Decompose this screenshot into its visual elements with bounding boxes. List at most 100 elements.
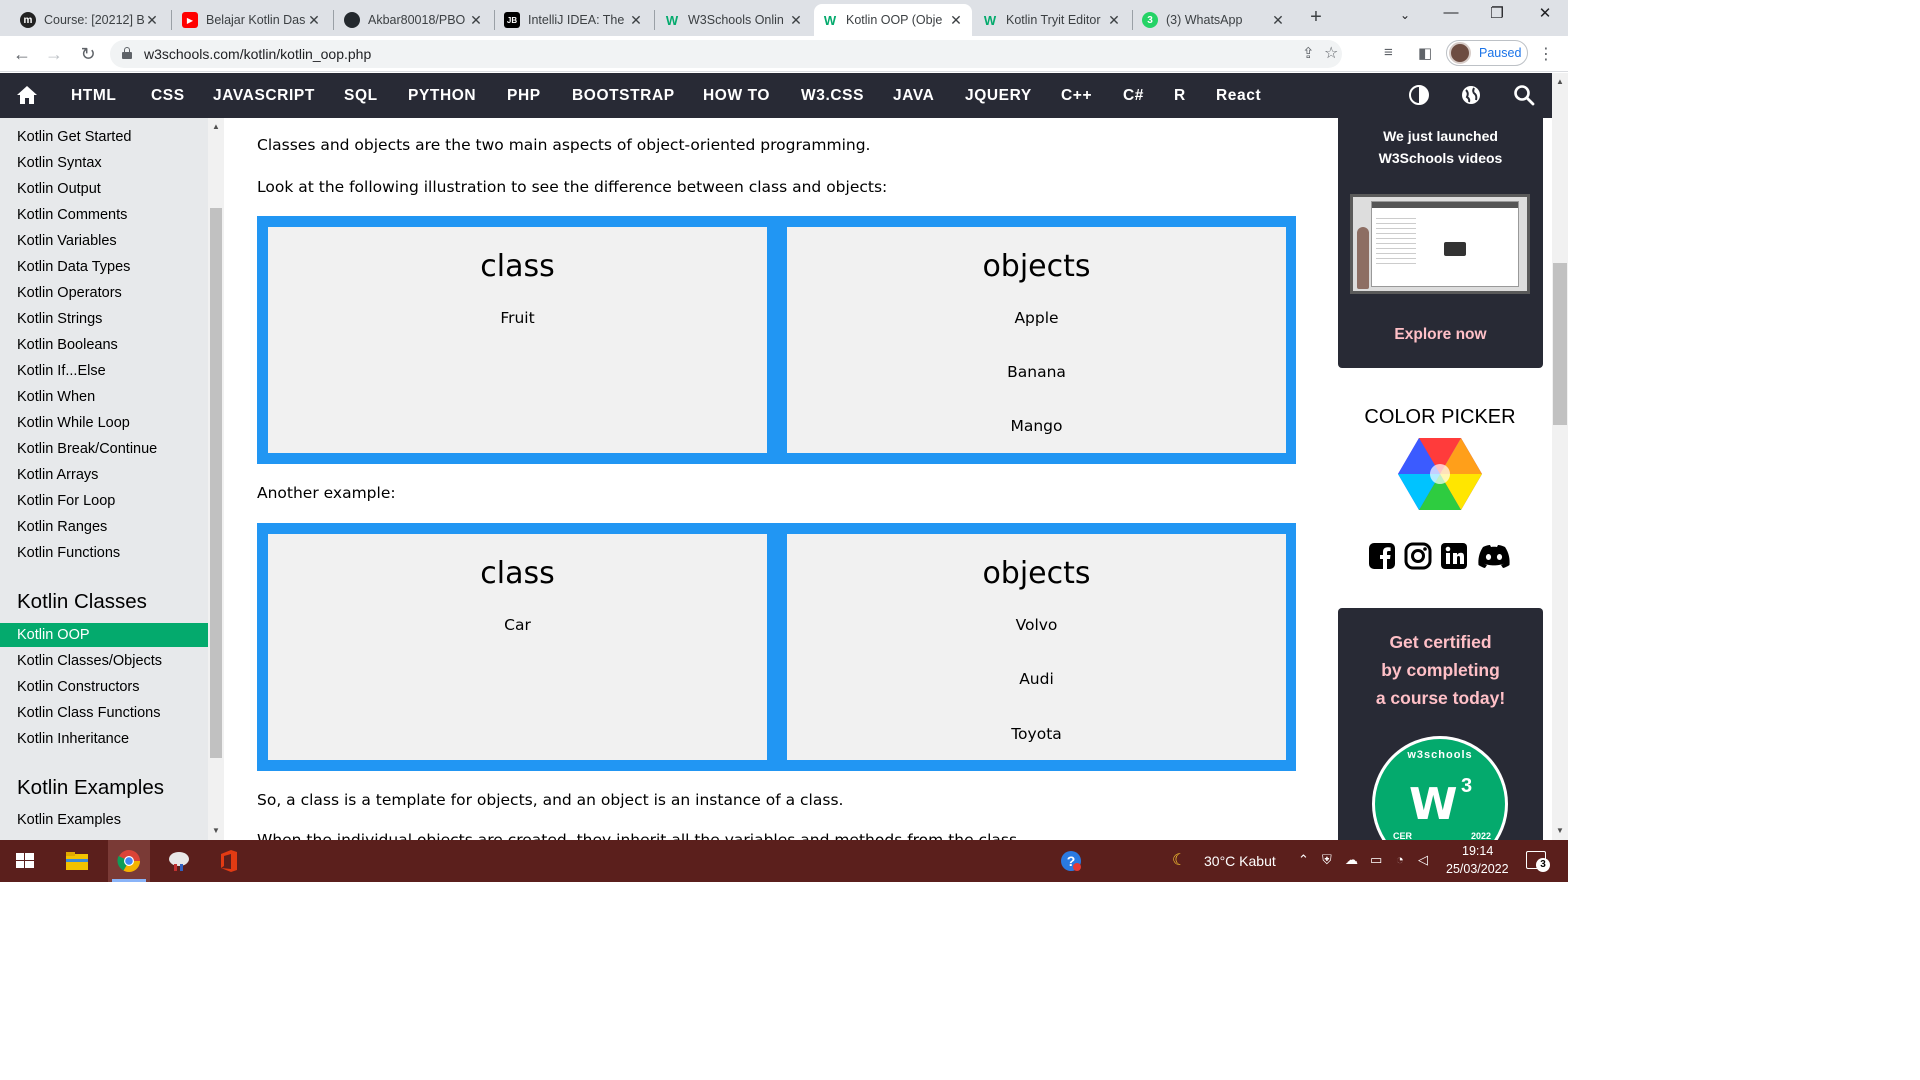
sidebar-item-comments[interactable]: Kotlin Comments <box>0 203 208 227</box>
tab-w3schools[interactable]: W W3Schools Onlin ✕ <box>656 4 812 36</box>
nav-react[interactable]: React <box>1216 87 1261 105</box>
side-panel-icon[interactable]: ◧ <box>1418 44 1432 62</box>
tab-intellij[interactable]: JB IntelliJ IDEA: The ✕ <box>496 4 652 36</box>
forward-icon[interactable]: → <box>42 42 66 66</box>
tab-close-icon[interactable]: ✕ <box>948 12 964 29</box>
sidebar-item-for-loop[interactable]: Kotlin For Loop <box>0 489 208 513</box>
nav-csharp[interactable]: C# <box>1123 87 1144 105</box>
tab-search-icon[interactable]: ⌄ <box>1390 8 1420 22</box>
sidebar-item-constructors[interactable]: Kotlin Constructors <box>0 675 208 699</box>
sidebar-item-while-loop[interactable]: Kotlin While Loop <box>0 411 208 435</box>
search-icon[interactable] <box>1513 84 1535 106</box>
tab-course[interactable]: m Course: [20212] B ✕ <box>12 4 168 36</box>
sidebar-item-strings[interactable]: Kotlin Strings <box>0 307 208 331</box>
color-picker-icon[interactable] <box>1398 436 1482 512</box>
battery-icon[interactable]: ▭ <box>1370 852 1382 868</box>
minimize-icon[interactable]: — <box>1436 4 1466 21</box>
tab-close-icon[interactable]: ✕ <box>1106 12 1122 29</box>
bookmark-star-icon[interactable]: ☆ <box>1324 43 1338 63</box>
scroll-down-icon[interactable]: ▼ <box>1556 826 1564 835</box>
sidebar-item-operators[interactable]: Kotlin Operators <box>0 281 208 305</box>
nav-html[interactable]: HTML <box>71 87 116 105</box>
dark-mode-icon[interactable] <box>1408 84 1430 106</box>
window-close-icon[interactable]: ✕ <box>1530 4 1560 22</box>
clock-date[interactable]: 25/03/2022 <box>1446 862 1509 876</box>
app-icon[interactable] <box>164 846 194 876</box>
chrome-icon[interactable] <box>114 846 144 876</box>
linkedin-icon[interactable] <box>1440 542 1468 570</box>
video-thumbnail[interactable] <box>1350 194 1530 294</box>
sidebar-item-oop[interactable]: Kotlin OOP <box>0 623 208 647</box>
tab-close-icon[interactable]: ✕ <box>628 12 644 29</box>
sidebar-item-ranges[interactable]: Kotlin Ranges <box>0 515 208 539</box>
sidebar-item-class-functions[interactable]: Kotlin Class Functions <box>0 701 208 725</box>
tab-close-icon[interactable]: ✕ <box>1270 12 1286 29</box>
nav-php[interactable]: PHP <box>507 87 541 105</box>
sidebar-item-get-started[interactable]: Kotlin Get Started <box>0 125 208 149</box>
nav-java[interactable]: JAVA <box>893 87 934 105</box>
help-icon[interactable]: ? <box>1060 850 1082 872</box>
nav-sql[interactable]: SQL <box>344 87 378 105</box>
nav-css[interactable]: CSS <box>151 87 185 105</box>
sidebar-scrollbar[interactable]: ▲ ▼ <box>208 118 224 840</box>
sidebar-item-break-continue[interactable]: Kotlin Break/Continue <box>0 437 208 461</box>
instagram-icon[interactable] <box>1404 542 1432 570</box>
page-scrollbar[interactable]: ▲ ▼ <box>1552 73 1568 840</box>
new-tab-button[interactable]: + <box>1304 6 1328 30</box>
globe-icon[interactable] <box>1460 84 1482 106</box>
home-icon[interactable] <box>16 85 38 105</box>
tab-close-icon[interactable]: ✕ <box>788 12 804 29</box>
weather-text[interactable]: 30°C Kabut <box>1204 853 1276 869</box>
nav-javascript[interactable]: JAVASCRIPT <box>213 87 315 105</box>
wifi-icon[interactable]: ◔ <box>1396 852 1404 867</box>
sidebar-item-if-else[interactable]: Kotlin If...Else <box>0 359 208 383</box>
nav-w3css[interactable]: W3.CSS <box>801 87 864 105</box>
tab-close-icon[interactable]: ✕ <box>468 12 484 29</box>
nav-bootstrap[interactable]: BOOTSTRAP <box>572 87 675 105</box>
volume-icon[interactable]: ◁ <box>1418 852 1428 868</box>
certification-promo-card[interactable]: Get certified by completing a course tod… <box>1338 608 1543 840</box>
onedrive-icon[interactable]: ☁ <box>1345 852 1358 868</box>
tab-close-icon[interactable]: ✕ <box>144 12 160 29</box>
scroll-down-icon[interactable]: ▼ <box>212 826 220 835</box>
security-icon[interactable]: ⛨ <box>1322 852 1332 868</box>
nav-r[interactable]: R <box>1174 87 1186 105</box>
discord-icon[interactable] <box>1476 542 1512 570</box>
reading-list-icon[interactable]: ≡ <box>1384 44 1393 61</box>
office-icon[interactable] <box>214 846 244 876</box>
tab-tryit[interactable]: W Kotlin Tryit Editor ✕ <box>974 4 1130 36</box>
menu-icon[interactable]: ⋮ <box>1538 44 1554 64</box>
profile-button[interactable]: Paused <box>1446 40 1528 66</box>
back-icon[interactable]: ← <box>10 42 34 66</box>
sidebar-item-arrays[interactable]: Kotlin Arrays <box>0 463 208 487</box>
color-picker-heading[interactable]: COLOR PICKER <box>1328 406 1552 429</box>
sidebar-item-syntax[interactable]: Kotlin Syntax <box>0 151 208 175</box>
sidebar-item-booleans[interactable]: Kotlin Booleans <box>0 333 208 357</box>
page-scroll-thumb[interactable] <box>1553 263 1567 425</box>
sidebar-item-examples[interactable]: Kotlin Examples <box>0 808 208 832</box>
scroll-up-icon[interactable]: ▲ <box>212 122 220 131</box>
show-hidden-icons[interactable]: ⌃ <box>1298 852 1309 868</box>
sidebar-item-when[interactable]: Kotlin When <box>0 385 208 409</box>
sidebar-item-inheritance[interactable]: Kotlin Inheritance <box>0 727 208 751</box>
share-icon[interactable]: ⇪ <box>1302 44 1315 62</box>
notification-icon[interactable]: 3 <box>1526 851 1550 872</box>
tab-kotlin-oop[interactable]: W Kotlin OOP (Obje ✕ <box>814 4 972 36</box>
tab-github[interactable]: Akbar80018/PBO ✕ <box>336 4 492 36</box>
video-promo-card[interactable]: We just launched W3Schools videos Explor… <box>1338 118 1543 368</box>
sidebar-item-output[interactable]: Kotlin Output <box>0 177 208 201</box>
explore-now-link[interactable]: Explore now <box>1338 326 1543 344</box>
nav-how-to[interactable]: HOW TO <box>703 87 770 105</box>
facebook-icon[interactable] <box>1368 542 1396 570</box>
reload-icon[interactable]: ↻ <box>76 42 100 66</box>
tab-close-icon[interactable]: ✕ <box>306 12 322 29</box>
tab-youtube[interactable]: ▶ Belajar Kotlin Das ✕ <box>174 4 330 36</box>
nav-jquery[interactable]: JQUERY <box>965 87 1032 105</box>
sidebar-item-variables[interactable]: Kotlin Variables <box>0 229 208 253</box>
file-explorer-icon[interactable] <box>62 846 92 876</box>
clock-time[interactable]: 19:14 <box>1462 844 1493 858</box>
scroll-up-icon[interactable]: ▲ <box>1556 77 1564 86</box>
sidebar-item-classes-objects[interactable]: Kotlin Classes/Objects <box>0 649 208 673</box>
restore-icon[interactable]: ❐ <box>1482 4 1512 22</box>
windows-start-icon[interactable] <box>10 846 40 876</box>
